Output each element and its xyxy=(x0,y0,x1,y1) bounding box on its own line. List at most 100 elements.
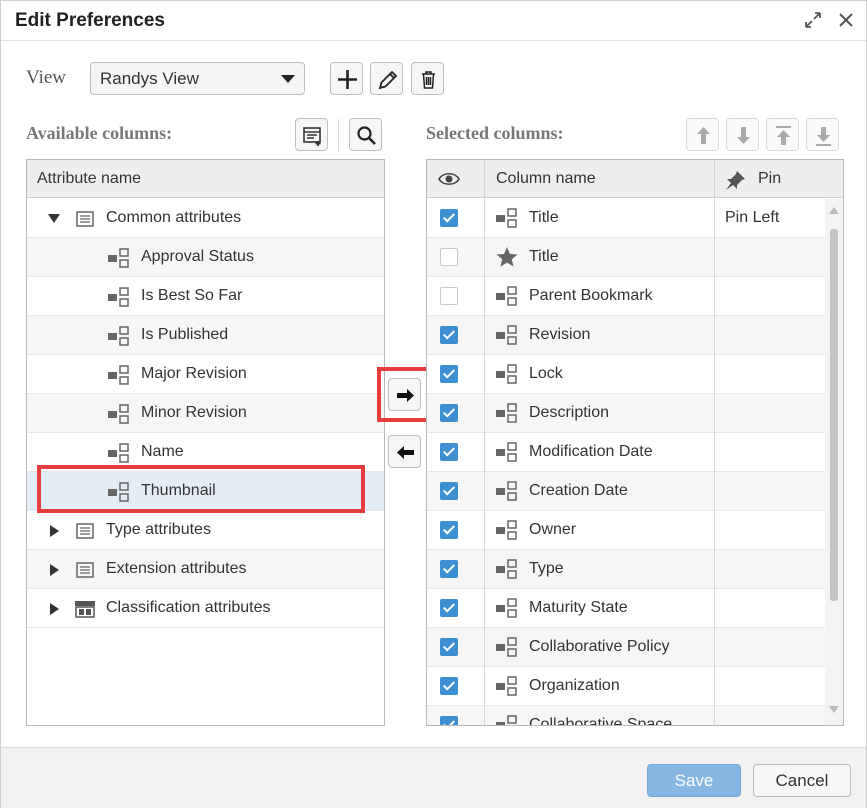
delete-view-button[interactable] xyxy=(411,62,444,95)
attribute-icon xyxy=(495,519,519,546)
column-divider xyxy=(484,550,485,589)
caret-right-icon xyxy=(50,564,59,576)
tree-item-minor-revision[interactable]: Minor Revision xyxy=(27,394,384,433)
add-view-button[interactable] xyxy=(330,62,363,95)
attribute-icon xyxy=(108,287,129,307)
selected-column-row[interactable]: Type xyxy=(427,550,825,589)
cancel-button[interactable]: Cancel xyxy=(753,764,851,797)
attribute-icon xyxy=(495,441,519,468)
save-button[interactable]: Save xyxy=(647,764,741,797)
column-divider xyxy=(714,472,715,511)
move-bottom-button[interactable] xyxy=(806,118,839,151)
tree-group-type-attributes[interactable]: Type attributes xyxy=(27,511,384,550)
column-name: Modification Date xyxy=(529,443,653,460)
attribute-icon xyxy=(495,597,519,624)
selected-column-row[interactable]: Revision xyxy=(427,316,825,355)
move-up-button[interactable] xyxy=(686,118,719,151)
visibility-checkbox[interactable] xyxy=(440,248,458,266)
visibility-checkbox[interactable] xyxy=(440,287,458,305)
scrollbar[interactable] xyxy=(825,199,843,725)
tree-group-common-attributes[interactable]: Common attributes xyxy=(27,199,384,238)
tree-item-is-best-so-far[interactable]: Is Best So Far xyxy=(27,277,384,316)
attribute-icon xyxy=(495,285,519,312)
selected-column-row[interactable]: Collaborative Policy xyxy=(427,628,825,667)
column-divider xyxy=(714,628,715,667)
column-divider xyxy=(484,628,485,667)
selected-column-row[interactable]: Title xyxy=(427,238,825,277)
edit-preferences-dialog: Edit Preferences View Randys View Availa… xyxy=(0,0,867,808)
maximize-icon[interactable] xyxy=(802,9,824,31)
move-down-button[interactable] xyxy=(726,118,759,151)
selected-column-row[interactable]: Title Pin Left xyxy=(427,199,825,238)
selected-column-row[interactable]: Creation Date xyxy=(427,472,825,511)
column-divider xyxy=(714,160,715,199)
dialog-title: Edit Preferences xyxy=(15,10,165,31)
caret-right-icon xyxy=(50,525,59,537)
selected-column-row[interactable]: Maturity State xyxy=(427,589,825,628)
attribute-icon xyxy=(108,326,129,346)
view-select-value: Randys View xyxy=(100,69,199,88)
visibility-checkbox[interactable] xyxy=(440,482,458,500)
close-icon[interactable] xyxy=(835,9,857,31)
attribute-icon xyxy=(495,324,519,351)
edit-view-button[interactable] xyxy=(370,62,403,95)
selected-column-row[interactable]: Description xyxy=(427,394,825,433)
classification-icon xyxy=(75,601,95,618)
selected-column-row[interactable]: Modification Date xyxy=(427,433,825,472)
pin-value[interactable]: Pin Left xyxy=(725,209,779,227)
visibility-checkbox[interactable] xyxy=(440,443,458,461)
tree-item-is-published[interactable]: Is Published xyxy=(27,316,384,355)
tree-item-approval-status[interactable]: Approval Status xyxy=(27,238,384,277)
view-label: View xyxy=(26,67,67,88)
pin-icon xyxy=(726,171,745,190)
selected-column-row[interactable]: Owner xyxy=(427,511,825,550)
view-select[interactable]: Randys View xyxy=(90,62,305,95)
column-divider xyxy=(484,199,485,238)
column-name: Type xyxy=(529,560,564,577)
visibility-checkbox[interactable] xyxy=(440,716,458,725)
arrow-up-icon xyxy=(697,127,710,144)
search-icon xyxy=(357,126,376,145)
column-name: Creation Date xyxy=(529,482,628,499)
visibility-checkbox[interactable] xyxy=(440,521,458,539)
visibility-checkbox[interactable] xyxy=(440,209,458,227)
column-name: Revision xyxy=(529,326,591,343)
visibility-checkbox[interactable] xyxy=(440,326,458,344)
selected-column-row[interactable]: Organization xyxy=(427,667,825,706)
column-divider xyxy=(484,160,485,199)
visibility-checkbox[interactable] xyxy=(440,677,458,695)
star-icon xyxy=(495,246,519,273)
attribute-icon xyxy=(108,248,129,268)
pencil-icon xyxy=(378,70,398,90)
tree-group-classification-attributes[interactable]: Classification attributes xyxy=(27,589,384,628)
available-columns-tree: Attribute name Common attributes Approva… xyxy=(26,159,385,726)
tree-item-major-revision[interactable]: Major Revision xyxy=(27,355,384,394)
column-name: Lock xyxy=(529,365,563,382)
column-name: Description xyxy=(529,404,610,421)
search-button[interactable] xyxy=(349,118,382,151)
visibility-checkbox[interactable] xyxy=(440,560,458,578)
visibility-checkbox[interactable] xyxy=(440,365,458,383)
column-divider xyxy=(714,277,715,316)
attribute-icon xyxy=(495,714,519,725)
pin-header: Pin xyxy=(758,170,782,187)
caret-right-icon xyxy=(50,603,59,615)
visibility-checkbox[interactable] xyxy=(440,599,458,617)
remove-from-selected-button[interactable] xyxy=(388,435,421,468)
column-divider xyxy=(714,394,715,433)
tree-group-extension-attributes[interactable]: Extension attributes xyxy=(27,550,384,589)
selected-column-row[interactable]: Parent Bookmark xyxy=(427,277,825,316)
column-divider xyxy=(484,511,485,550)
attribute-icon xyxy=(495,675,519,702)
scrollbar-thumb[interactable] xyxy=(830,229,838,601)
move-top-button[interactable] xyxy=(766,118,799,151)
add-column-button[interactable] xyxy=(295,118,328,151)
column-divider xyxy=(714,316,715,355)
visibility-checkbox[interactable] xyxy=(440,638,458,656)
column-divider xyxy=(484,394,485,433)
tree-group-label: Common attributes xyxy=(106,209,242,226)
selected-column-row[interactable]: Lock xyxy=(427,355,825,394)
scroll-down-icon xyxy=(829,706,839,713)
visibility-checkbox[interactable] xyxy=(440,404,458,422)
selected-column-row[interactable]: Collaborative Space xyxy=(427,706,825,725)
